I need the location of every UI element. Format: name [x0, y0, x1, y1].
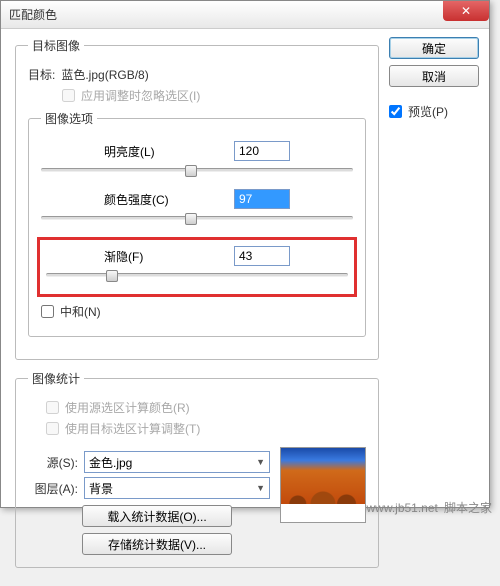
image-stats-group: 图像统计 使用源选区计算颜色(R) 使用目标选区计算调整(T) 源(S): 金色… [15, 370, 379, 568]
ok-button[interactable]: 确定 [389, 37, 479, 59]
source-label: 源(S): [28, 454, 78, 471]
source-select[interactable]: 金色.jpg ▼ [84, 451, 270, 473]
neutralize-checkbox[interactable] [41, 305, 54, 318]
preview-checkbox[interactable] [389, 105, 402, 118]
use-target-sel-checkbox [46, 422, 59, 435]
layer-label: 图层(A): [28, 480, 78, 497]
load-stats-button[interactable]: 载入统计数据(O)... [82, 505, 232, 527]
neutralize-label: 中和(N) [60, 303, 101, 320]
fade-highlight: 渐隐(F) [37, 237, 357, 297]
watermark: www.jb51.net 脚本之家 [366, 499, 492, 516]
target-image-group: 目标图像 目标: 蓝色.jpg(RGB/8) 应用调整时忽略选区(I) 图像选项… [15, 37, 379, 360]
image-options-group: 图像选项 明亮度(L) 颜色强度(C) [28, 110, 366, 337]
cancel-button[interactable]: 取消 [389, 65, 479, 87]
ignore-selection-checkbox [62, 89, 75, 102]
intensity-slider-wrap: 颜色强度(C) [41, 189, 353, 227]
luminance-label: 明亮度(L) [104, 143, 194, 160]
source-value: 金色.jpg [89, 454, 132, 471]
intensity-slider[interactable] [41, 213, 353, 227]
luminance-slider-wrap: 明亮度(L) [41, 141, 353, 179]
close-button[interactable]: ✕ [443, 1, 489, 21]
fade-label: 渐隐(F) [104, 248, 194, 265]
use-source-sel-checkbox [46, 401, 59, 414]
fade-input[interactable] [234, 246, 290, 266]
target-label: 目标: [28, 66, 55, 83]
window-title: 匹配颜色 [9, 6, 57, 23]
chevron-down-icon: ▼ [256, 457, 265, 467]
layer-select[interactable]: 背景 ▼ [84, 477, 270, 499]
target-value: 蓝色.jpg(RGB/8) [61, 66, 148, 83]
close-icon: ✕ [461, 4, 471, 18]
save-stats-button[interactable]: 存储统计数据(V)... [82, 533, 232, 555]
fade-slider-wrap: 渐隐(F) [46, 246, 348, 284]
ignore-selection-label: 应用调整时忽略选区(I) [81, 87, 200, 104]
match-color-dialog: 匹配颜色 ✕ 目标图像 目标: 蓝色.jpg(RGB/8) 应用调整时忽略选区(… [0, 0, 490, 508]
options-legend: 图像选项 [41, 110, 97, 127]
fade-slider[interactable] [46, 270, 348, 284]
chevron-down-icon: ▼ [256, 483, 265, 493]
source-thumbnail [280, 447, 366, 523]
layer-value: 背景 [89, 480, 113, 497]
preview-label: 预览(P) [408, 103, 448, 120]
titlebar: 匹配颜色 ✕ [1, 1, 489, 29]
intensity-label: 颜色强度(C) [104, 191, 194, 208]
use-source-sel-label: 使用源选区计算颜色(R) [65, 399, 190, 416]
luminance-slider[interactable] [41, 165, 353, 179]
intensity-input[interactable] [234, 189, 290, 209]
target-legend: 目标图像 [28, 37, 84, 54]
use-target-sel-label: 使用目标选区计算调整(T) [65, 420, 200, 437]
luminance-input[interactable] [234, 141, 290, 161]
stats-legend: 图像统计 [28, 370, 84, 387]
